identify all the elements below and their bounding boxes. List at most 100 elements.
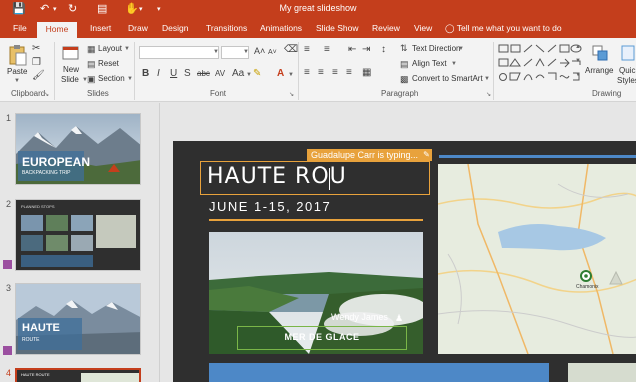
new-slide-label-1: New bbox=[63, 65, 80, 74]
map-label: Chamonix bbox=[576, 284, 599, 290]
convert-smartart-dropdown-icon: ▼ bbox=[484, 76, 490, 82]
thumbnail-number: 4 bbox=[6, 368, 12, 378]
coauthor-presence-icon bbox=[3, 260, 12, 269]
change-case-icon[interactable]: Aa bbox=[232, 69, 244, 79]
text-direction-icon: ⇅ bbox=[400, 43, 408, 53]
thumbnail-title: HAUTE ROUTE bbox=[21, 372, 50, 377]
increase-font-icon[interactable]: A˄ bbox=[254, 46, 265, 56]
person-icon: ♟ bbox=[395, 313, 404, 323]
tell-me-text: Tell me what you want to do bbox=[456, 23, 562, 33]
current-slide[interactable]: Guadalupe Carr is typing... ✎ HAUTE ROU … bbox=[173, 141, 636, 382]
divider bbox=[54, 42, 55, 100]
text-cursor bbox=[329, 168, 330, 190]
tab-design[interactable]: Design bbox=[158, 21, 192, 38]
tab-review[interactable]: Review bbox=[368, 21, 404, 38]
align-text-label: Align Text bbox=[412, 59, 447, 68]
thumbnail-mountain-image bbox=[16, 284, 140, 354]
ribbon-tabs: File Home Insert Draw Design Transitions… bbox=[0, 18, 636, 38]
tell-me-box[interactable]: ◯ Tell me what you want to do bbox=[445, 21, 562, 36]
shapes-scroll-down-icon[interactable]: ▼ bbox=[575, 58, 581, 64]
character-spacing-icon[interactable]: AV bbox=[215, 69, 225, 79]
clear-formatting-icon[interactable]: ⌫ bbox=[284, 45, 298, 55]
photo-caption: MER DE GLACE bbox=[284, 332, 360, 342]
thumbnail-subtitle: BACKPACKING TRIP bbox=[22, 170, 71, 176]
slide-editing-canvas[interactable]: Guadalupe Carr is typing... ✎ HAUTE ROU … bbox=[161, 103, 636, 382]
slide-thumbnail-1[interactable]: EUROPEAN BACKPACKING TRIP bbox=[15, 113, 141, 185]
slides-group-label: Slides bbox=[87, 89, 109, 98]
shadow-icon[interactable]: S bbox=[184, 69, 191, 79]
increase-indent-icon[interactable]: ⇥ bbox=[362, 45, 370, 55]
decrease-font-icon[interactable]: A˅ bbox=[268, 48, 277, 58]
clipboard-launcher-icon[interactable]: ↘ bbox=[44, 91, 49, 98]
slide-thumbnail-2[interactable]: PLANNED STOPS bbox=[15, 199, 141, 271]
coauthor-typing-flag: Guadalupe Carr is typing... bbox=[307, 149, 423, 161]
slide-thumbnails-pane[interactable]: 1 EUROPEAN BACKPACKING TRIP 2 PLANNED ST… bbox=[0, 103, 160, 382]
tab-view[interactable]: View bbox=[410, 21, 436, 38]
convert-smartart-label: Convert to SmartArt bbox=[412, 74, 483, 83]
thumbnail-title: PLANNED STOPS bbox=[21, 204, 55, 209]
tab-insert[interactable]: Insert bbox=[86, 21, 115, 38]
map-image[interactable]: Chamonix bbox=[438, 164, 636, 354]
caption-placeholder[interactable]: MER DE GLACE bbox=[237, 326, 407, 350]
font-name-box[interactable] bbox=[139, 46, 219, 59]
paragraph-group-label: Paragraph bbox=[381, 89, 419, 98]
format-painter-icon[interactable]: 🖌 bbox=[32, 71, 45, 81]
bullets-icon[interactable]: ≡ bbox=[304, 45, 310, 55]
section-dropdown-icon: ▼ bbox=[127, 76, 133, 82]
numbering-icon[interactable]: ≡ bbox=[324, 45, 330, 55]
shapes-more-icon[interactable]: ▼ bbox=[575, 72, 581, 78]
align-left-icon[interactable]: ≡ bbox=[304, 68, 310, 78]
paragraph-launcher-icon[interactable]: ↘ bbox=[486, 91, 491, 98]
tab-animations[interactable]: Animations bbox=[256, 21, 306, 38]
bottom-map-placeholder[interactable] bbox=[568, 363, 636, 382]
slide-thumbnail-3[interactable]: HAUTE ROUTE bbox=[15, 283, 141, 355]
section-icon: ▣ bbox=[87, 74, 96, 84]
reset-label: Reset bbox=[98, 59, 119, 68]
justify-icon[interactable]: ≡ bbox=[346, 68, 352, 78]
align-text-icon: ▤ bbox=[400, 59, 409, 69]
bottom-photo-placeholder[interactable] bbox=[209, 363, 549, 382]
tab-file[interactable]: File bbox=[9, 21, 31, 38]
columns-icon[interactable]: ▦ bbox=[362, 68, 371, 78]
decrease-indent-icon[interactable]: ⇤ bbox=[348, 45, 356, 55]
font-launcher-icon[interactable]: ↘ bbox=[289, 91, 294, 98]
font-name-dropdown-icon[interactable]: ▼ bbox=[213, 49, 219, 55]
font-color-icon[interactable]: A bbox=[277, 69, 284, 79]
thumbnail-number: 2 bbox=[6, 199, 12, 209]
slide-thumbnail-4[interactable]: HAUTE ROUTE bbox=[15, 368, 141, 382]
align-center-icon[interactable]: ≡ bbox=[318, 68, 324, 78]
layout-dropdown-icon: ▼ bbox=[124, 46, 130, 52]
line-spacing-icon[interactable]: ↕ bbox=[381, 45, 386, 55]
slide-edge-accent bbox=[439, 155, 636, 158]
text-direction-dropdown-icon: ▼ bbox=[458, 46, 464, 52]
align-right-icon[interactable]: ≡ bbox=[332, 68, 338, 78]
section-label: Section bbox=[98, 74, 125, 83]
tab-slide-show[interactable]: Slide Show bbox=[312, 21, 363, 38]
paste-dropdown-icon[interactable]: ▼ bbox=[14, 78, 20, 84]
highlight-icon[interactable]: ✎ bbox=[253, 69, 261, 79]
new-slide-icon bbox=[62, 46, 79, 60]
change-case-dropdown-icon[interactable]: ▼ bbox=[246, 72, 252, 78]
tab-transitions[interactable]: Transitions bbox=[202, 21, 251, 38]
font-color-dropdown-icon[interactable]: ▼ bbox=[288, 72, 294, 78]
reset-icon: ▤ bbox=[87, 59, 96, 69]
italic-icon[interactable]: I bbox=[157, 69, 160, 79]
thumbnail-title: HAUTE bbox=[22, 322, 60, 334]
strikethrough-icon[interactable]: abc bbox=[197, 69, 210, 79]
title-placeholder[interactable]: HAUTE ROU bbox=[200, 161, 430, 195]
tab-draw[interactable]: Draw bbox=[124, 21, 152, 38]
photo-author-flag: Wendy James bbox=[331, 312, 388, 322]
bold-icon[interactable]: B bbox=[142, 69, 149, 79]
cut-icon[interactable]: ✂ bbox=[32, 44, 40, 54]
photo-placeholder[interactable]: MER DE GLACE Wendy James ♟ bbox=[209, 232, 423, 354]
shapes-gallery-icons bbox=[498, 44, 582, 81]
layout-label: Layout bbox=[98, 44, 123, 53]
thumbnail-number: 1 bbox=[6, 113, 12, 123]
tab-home[interactable]: Home bbox=[37, 22, 77, 38]
font-size-dropdown-icon[interactable]: ▼ bbox=[243, 49, 249, 55]
route-map bbox=[438, 164, 636, 354]
shapes-scroll-up-icon[interactable]: ▲ bbox=[575, 44, 581, 50]
copy-icon[interactable]: ❐ bbox=[32, 58, 41, 68]
underline-icon[interactable]: U bbox=[170, 69, 177, 79]
title-bar: 💾 ↶ ▾ ↻ ▤ ✋ ▾ ▾ My great slideshow bbox=[0, 0, 636, 18]
